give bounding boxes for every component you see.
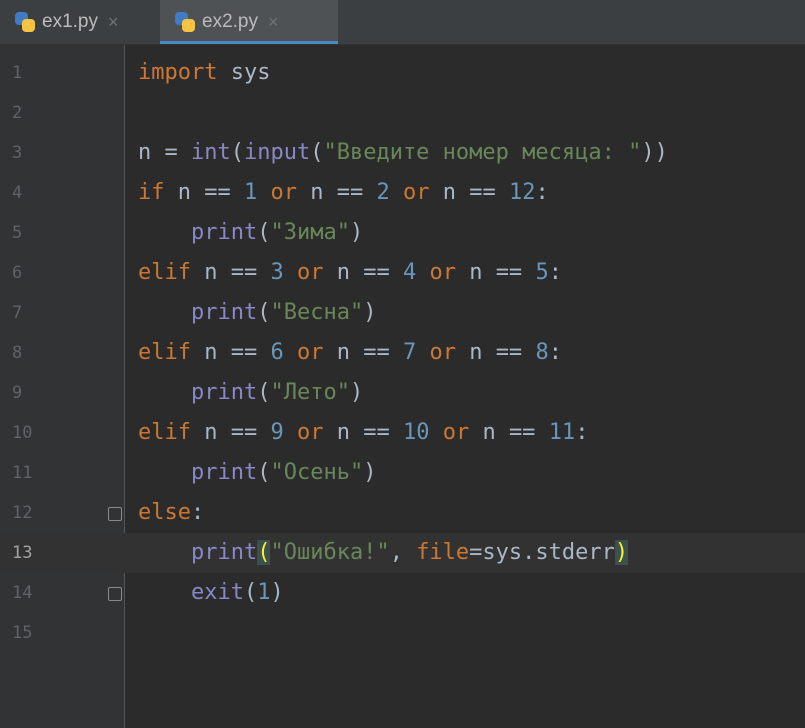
line-number: 3 — [12, 143, 23, 163]
code-line[interactable]: 2 — [0, 93, 805, 133]
code-text: exit(1) — [190, 580, 284, 605]
code-line[interactable]: 15 — [0, 613, 805, 653]
line-number: 1 — [12, 63, 23, 83]
code-line[interactable]: 6 elif n == 3 or n == 4 or n == 5: — [0, 253, 805, 293]
code-text: print("Зима") — [190, 220, 364, 245]
line-number: 10 — [12, 423, 33, 443]
code-text: elif n == 9 or n == 10 or n == 11: — [138, 420, 589, 445]
code-line[interactable]: 3 n = int(input("Введите номер месяца: ")… — [0, 133, 805, 173]
tab-ex1[interactable]: ex1.py × — [0, 0, 160, 44]
line-number: 7 — [12, 303, 23, 323]
active-tab-indicator — [160, 41, 338, 44]
code-text: import sys — [138, 60, 271, 85]
code-line[interactable]: 11 print("Осень") — [0, 453, 805, 493]
code-line[interactable]: 13 print("Ошибка!", file=sys.stderr) — [0, 533, 805, 573]
code-line[interactable]: 5 print("Зима") — [0, 213, 805, 253]
line-number: 15 — [12, 623, 33, 643]
code-text: print("Весна") — [190, 300, 377, 325]
tab-label: ex1.py — [42, 11, 98, 32]
fold-marker-icon[interactable] — [108, 507, 122, 521]
close-icon[interactable]: × — [268, 12, 279, 33]
code-text: if n == 1 or n == 2 or n == 12: — [138, 180, 549, 205]
line-number: 13 — [12, 543, 33, 563]
python-file-icon — [174, 11, 196, 33]
code-line[interactable]: 4 if n == 1 or n == 2 or n == 12: — [0, 173, 805, 213]
code-line[interactable]: 8 elif n == 6 or n == 7 or n == 8: — [0, 333, 805, 373]
line-number: 9 — [12, 383, 23, 403]
line-number: 5 — [12, 223, 23, 243]
line-number: 2 — [12, 103, 23, 123]
line-number: 4 — [12, 183, 23, 203]
editor-tab-bar: ex1.py × ex2.py × — [0, 0, 805, 45]
close-icon[interactable]: × — [108, 12, 119, 33]
tab-label: ex2.py — [202, 11, 258, 32]
code-line[interactable]: 9 print("Лето") — [0, 373, 805, 413]
code-text: elif n == 6 or n == 7 or n == 8: — [138, 340, 562, 365]
code-line[interactable]: 7 print("Весна") — [0, 293, 805, 333]
line-number: 14 — [12, 583, 33, 603]
line-number: 8 — [12, 343, 23, 363]
code-text: print("Осень") — [190, 460, 377, 485]
code-text: n = int(input("Введите номер месяца: ")) — [138, 140, 668, 165]
code-text: else: — [138, 500, 205, 525]
code-line[interactable]: 1 import sys — [0, 53, 805, 93]
tab-ex2[interactable]: ex2.py × — [160, 0, 338, 44]
code-text: print("Лето") — [190, 380, 364, 405]
code-line[interactable]: 10 elif n == 9 or n == 10 or n == 11: — [0, 413, 805, 453]
code-editor[interactable]: 1 import sys 2 3 n = int(input("Введите номе… — [0, 45, 805, 728]
line-number: 11 — [12, 463, 33, 483]
line-number: 6 — [12, 263, 23, 283]
line-number: 12 — [12, 503, 33, 523]
code-text: print("Ошибка!", file=sys.stderr) — [190, 540, 629, 565]
fold-marker-icon[interactable] — [108, 587, 122, 601]
code-text: elif n == 3 or n == 4 or n == 5: — [138, 260, 562, 285]
python-file-icon — [14, 11, 36, 33]
